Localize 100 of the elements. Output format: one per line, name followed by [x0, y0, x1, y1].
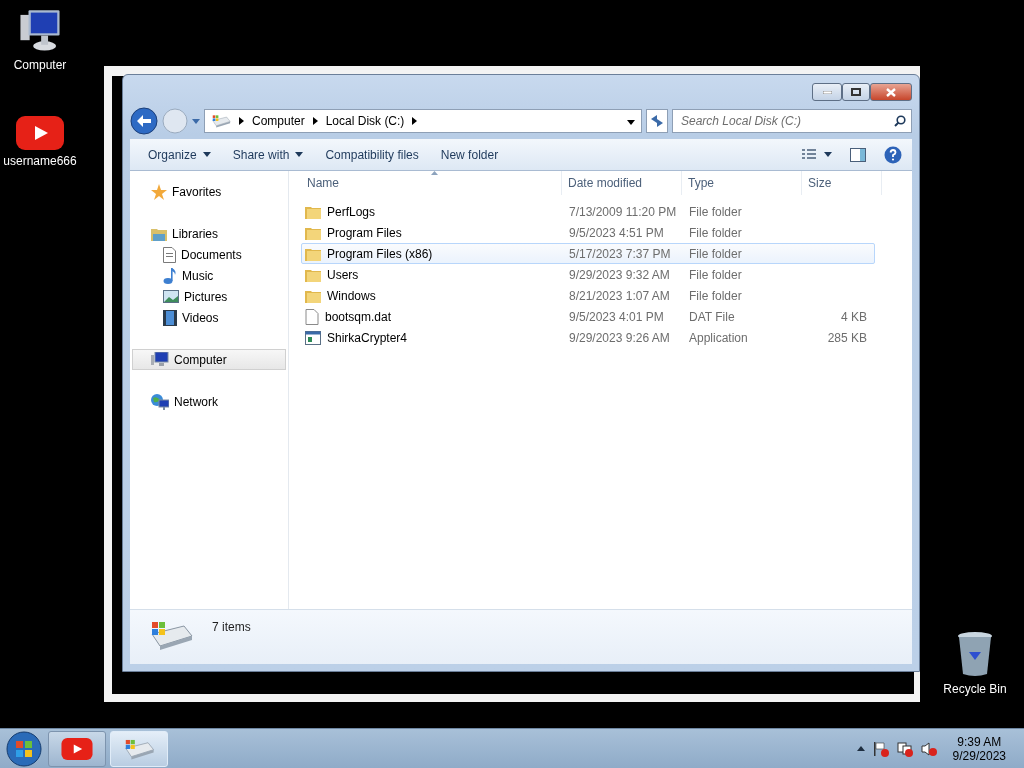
column-header[interactable]: Type	[682, 171, 802, 195]
start-button[interactable]	[4, 729, 44, 768]
preview-pane-icon[interactable]	[850, 147, 866, 162]
youtube-icon	[61, 737, 93, 760]
date-cell-text: 9/29/2023 9:32 AM	[568, 267, 671, 282]
file-name: ShirkaCrypter4	[327, 330, 409, 345]
file-name: PerfLogs	[327, 204, 377, 219]
breadcrumb-item[interactable]: Local Disk (C:)	[325, 114, 405, 128]
chevron-right-icon	[312, 117, 318, 125]
taskbar-button[interactable]	[48, 730, 106, 767]
date-cell-text: 9/5/2023 4:01 PM	[568, 309, 665, 324]
network-icon	[151, 393, 169, 410]
dropdown-caret-icon	[627, 120, 635, 125]
toolbar-button[interactable]: Organize	[140, 143, 219, 166]
navigation-item[interactable]: Music	[132, 265, 286, 286]
desktop-shortcut[interactable]: Computer	[0, 8, 80, 72]
type-cell-text: DAT File	[688, 309, 736, 324]
navigation-item[interactable]: Computer	[132, 349, 286, 370]
folder-icon	[305, 204, 321, 219]
navigation-item[interactable]: Favorites	[132, 181, 286, 202]
drive-icon	[148, 620, 194, 650]
type-cell-text: File folder	[688, 246, 743, 261]
toolbar-button[interactable]: Share with	[224, 143, 312, 166]
item-count: 7 items	[212, 620, 251, 636]
file-name: Users	[327, 267, 360, 282]
navigation-item[interactable]: Pictures	[132, 286, 286, 307]
file-row[interactable]: Program Files (x86) 5/17/2023 7:37 PM File folder	[301, 243, 875, 264]
desktop-shortcut[interactable]: username666	[0, 116, 80, 168]
maximize-icon	[851, 88, 861, 96]
shortcut-label: Computer	[13, 58, 67, 72]
file-row[interactable]: PerfLogs 7/13/2009 11:20 PM File folder	[301, 201, 875, 222]
help-icon[interactable]	[884, 145, 902, 164]
speaker-icon[interactable]	[920, 740, 937, 757]
search-icon	[894, 115, 906, 127]
file-row[interactable]: Users 9/29/2023 9:32 AM File folder	[301, 264, 875, 285]
youtube-icon	[16, 116, 64, 150]
folder-icon	[305, 225, 321, 240]
chevron-right-icon	[412, 117, 418, 125]
refresh-icon[interactable]	[646, 109, 668, 133]
dropdown-caret-icon	[202, 152, 211, 157]
type-cell-text: File folder	[688, 204, 743, 219]
search-field[interactable]: Search Local Disk (C:)	[672, 109, 912, 133]
type-cell-text: File folder	[688, 288, 743, 303]
shortcut-label: username666	[3, 154, 77, 168]
clock[interactable]: 9:39 AM 9/29/2023	[952, 734, 1006, 763]
recycle-bin-icon	[955, 630, 995, 678]
view-options-icon[interactable]	[802, 148, 832, 161]
column-header[interactable]: Name	[301, 171, 562, 195]
address-bar[interactable]: Computer Local Disk (C:)	[204, 109, 642, 133]
close-button[interactable]	[870, 83, 912, 101]
desktop-shortcut[interactable]: Recycle Bin	[935, 630, 1015, 696]
file-name: Windows	[327, 288, 377, 303]
drive-icon	[211, 113, 231, 129]
toolbar-button[interactable]: New folder	[432, 143, 507, 166]
type-cell-text: Application	[688, 330, 749, 345]
shortcut-label: Recycle Bin	[943, 682, 1007, 696]
maximize-button[interactable]	[842, 83, 870, 101]
breadcrumb-item[interactable]: Computer	[252, 114, 305, 128]
size-cell-text: 285 KB	[826, 330, 868, 345]
date-cell-text: 8/21/2023 1:07 AM	[568, 288, 671, 303]
folder-icon	[305, 267, 321, 282]
date-cell-text: 9/29/2023 9:26 AM	[568, 330, 671, 345]
flag-icon[interactable]	[872, 740, 889, 757]
pictures-icon	[163, 290, 179, 303]
toolbar-button[interactable]: Compatibility files	[317, 143, 427, 166]
navigation-item[interactable]: Videos	[132, 307, 286, 328]
music-note-icon	[163, 267, 177, 284]
document-icon	[163, 246, 176, 263]
navigation-item[interactable]: Documents	[132, 244, 286, 265]
type-cell-text: File folder	[688, 267, 743, 282]
date-cell-text: 5/17/2023 7:37 PM	[568, 246, 672, 261]
navigation-item[interactable]: Libraries	[132, 223, 286, 244]
file-row[interactable]: ShirkaCrypter4 9/29/2023 9:26 AM Application 285 KB	[301, 327, 875, 348]
file-name: Program Files	[327, 225, 403, 240]
file-icon	[305, 308, 319, 325]
minimize-button[interactable]	[812, 83, 842, 101]
navigation-item[interactable]: Network	[132, 391, 286, 412]
folder-icon	[305, 288, 321, 303]
computer-icon	[151, 352, 169, 367]
chevron-right-icon	[239, 117, 244, 125]
file-row[interactable]: Program Files 9/5/2023 4:51 PM File folder	[301, 222, 875, 243]
file-row[interactable]: bootsqm.dat 9/5/2023 4:01 PM DAT File 4 KB	[301, 306, 875, 327]
dropdown-caret-icon	[192, 118, 200, 124]
file-row[interactable]: Windows 8/21/2023 1:07 AM File folder	[301, 285, 875, 306]
type-cell-text: File folder	[688, 225, 743, 240]
drive-icon	[123, 737, 155, 760]
star-icon	[151, 183, 167, 200]
size-cell-text: 4 KB	[840, 309, 868, 324]
column-header[interactable]: Size	[802, 171, 882, 195]
date-cell-text: 9/5/2023 4:51 PM	[568, 225, 665, 240]
close-icon	[886, 87, 896, 97]
back-button[interactable]	[130, 107, 158, 135]
application-icon	[305, 330, 321, 345]
show-hidden-icons-icon[interactable]	[856, 746, 865, 751]
column-header[interactable]: Date modified	[562, 171, 682, 195]
network-icon[interactable]	[896, 740, 913, 757]
folder-icon	[305, 246, 321, 261]
file-name: bootsqm.dat	[325, 309, 393, 324]
file-name: Program Files (x86)	[327, 246, 434, 261]
library-icon	[151, 226, 167, 241]
